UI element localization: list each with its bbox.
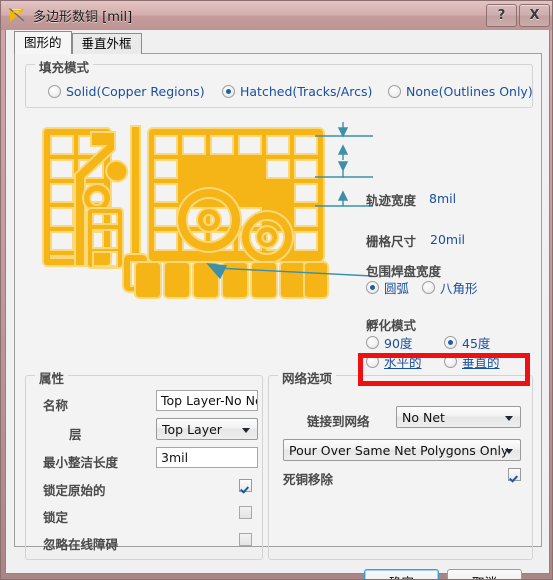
radio-hatch-90[interactable]: 90度: [366, 333, 412, 352]
connect-to-net-value: No Net: [402, 410, 445, 425]
pour-over-value: Pour Over Same Net Polygons Only: [289, 443, 509, 458]
help-button[interactable]: ?: [486, 4, 517, 27]
radio-hatch-vertical[interactable]: 垂直的: [444, 352, 500, 371]
window-title: 多边形数铜 [mil]: [33, 10, 133, 25]
chevron-down-icon: [505, 416, 513, 421]
ignore-violations-checkbox[interactable]: [239, 533, 252, 546]
min-primitive-length-label: 最小整洁长度: [43, 455, 119, 470]
cancel-button[interactable]: 取消: [447, 569, 522, 579]
title-bar-buttons: ? X: [486, 4, 550, 27]
net-options-group: 网络选项 链接到网络 No Net Pour Over Same Net Pol…: [268, 368, 533, 560]
radio-surround-octagon-dot: [422, 281, 435, 294]
connect-to-net-label: 链接到网络: [307, 414, 370, 429]
polygon-icon-lines: [9, 8, 25, 22]
ok-button[interactable]: 确定: [364, 569, 439, 579]
radio-none-label: None(Outlines Only): [406, 84, 533, 99]
radio-hatch-vertical-label: 垂直的: [462, 355, 500, 370]
radio-surround-arc-label: 圆弧: [384, 281, 410, 296]
radio-hatch-45-label: 45度: [462, 336, 491, 351]
track-width-value: 8mil: [429, 191, 457, 206]
radio-solid-copper-regions[interactable]: Solid(Copper Regions): [48, 84, 205, 99]
remove-dead-copper-label: 死铜移除: [283, 472, 334, 487]
tab-strip: 图形的 垂直外框: [14, 31, 142, 54]
properties-group: 属性 名称 Top Layer-No Net 层 Top Layer 最小整洁长…: [25, 368, 263, 560]
polygon-pour-icon: [9, 8, 26, 23]
tab-graphical[interactable]: 图形的: [14, 31, 72, 54]
radio-solid-label: Solid(Copper Regions): [66, 84, 205, 99]
fill-mode-group: 填充模式 Solid(Copper Regions) Hatched(Track…: [25, 57, 533, 108]
layer-select-value: Top Layer: [162, 422, 222, 437]
pour-over-select[interactable]: Pour Over Same Net Polygons Only: [283, 439, 521, 461]
remove-dead-copper-checkbox[interactable]: [508, 468, 521, 481]
layer-select[interactable]: Top Layer: [156, 418, 258, 440]
radio-solid-dot: [48, 85, 61, 98]
radio-hatch-horizontal-label: 水平的: [384, 355, 422, 370]
radio-hatch-horizontal-dot: [366, 355, 379, 368]
radio-hatch-vertical-dot: [444, 355, 457, 368]
connect-to-net-select[interactable]: No Net: [396, 406, 521, 428]
hatch-mode-label: 孵化模式: [366, 318, 417, 333]
dialog-window: 多边形数铜 [mil] ? X 图形的 垂直外框 填充模式 Solid(Copp…: [0, 0, 553, 580]
pad-leader-annotation: [206, 263, 373, 280]
name-label: 名称: [43, 398, 69, 413]
radio-hatch-45-dot: [444, 336, 457, 349]
properties-group-label: 属性: [35, 368, 69, 387]
locked-label: 锁定: [43, 510, 69, 525]
lock-primitives-checkbox[interactable]: [239, 479, 252, 492]
title-bar: 多边形数铜 [mil] ? X: [1, 1, 552, 30]
radio-hatch-45[interactable]: 45度: [444, 333, 490, 352]
radio-hatch-90-dot: [366, 336, 379, 349]
layer-label: 层: [69, 427, 82, 442]
radio-none-outlines-only[interactable]: None(Outlines Only): [388, 84, 533, 99]
chevron-down-icon: [242, 428, 250, 433]
radio-hatch-90-label: 90度: [384, 336, 413, 351]
net-options-group-label: 网络选项: [278, 368, 337, 387]
grid-size-label: 栅格尺寸: [366, 234, 417, 249]
tab-vertical-outline[interactable]: 垂直外框: [71, 33, 142, 54]
radio-hatched-tracks-arcs[interactable]: Hatched(Tracks/Arcs): [222, 84, 372, 99]
fill-mode-group-label: 填充模式: [35, 57, 94, 76]
ignore-violations-label: 忽略在线障碍: [43, 537, 119, 552]
dialog-client-area: 图形的 垂直外框 填充模式 Solid(Copper Regions) Hatc…: [5, 30, 550, 579]
radio-surround-arc[interactable]: 圆弧: [366, 278, 409, 297]
radio-hatched-label: Hatched(Tracks/Arcs): [240, 84, 373, 99]
radio-surround-arc-dot: [366, 281, 379, 294]
radio-hatch-horizontal[interactable]: 水平的: [366, 352, 422, 371]
track-width-label: 轨迹宽度: [366, 193, 417, 208]
name-input[interactable]: Top Layer-No Net: [156, 390, 258, 411]
chevron-down-icon: [505, 449, 513, 454]
grid-size-value: 20mil: [430, 232, 466, 247]
radio-surround-octagon-label: 八角形: [440, 281, 478, 296]
radio-surround-octagon[interactable]: 八角形: [422, 278, 478, 297]
radio-none-dot: [388, 85, 401, 98]
close-button[interactable]: X: [519, 4, 550, 27]
radio-hatched-dot: [222, 85, 235, 98]
locked-checkbox[interactable]: [239, 506, 252, 519]
min-primitive-length-input[interactable]: 3mil: [156, 447, 258, 468]
lock-primitives-label: 锁定原始的: [43, 483, 106, 498]
tab-page-graphical: 填充模式 Solid(Copper Regions) Hatched(Track…: [14, 53, 542, 560]
